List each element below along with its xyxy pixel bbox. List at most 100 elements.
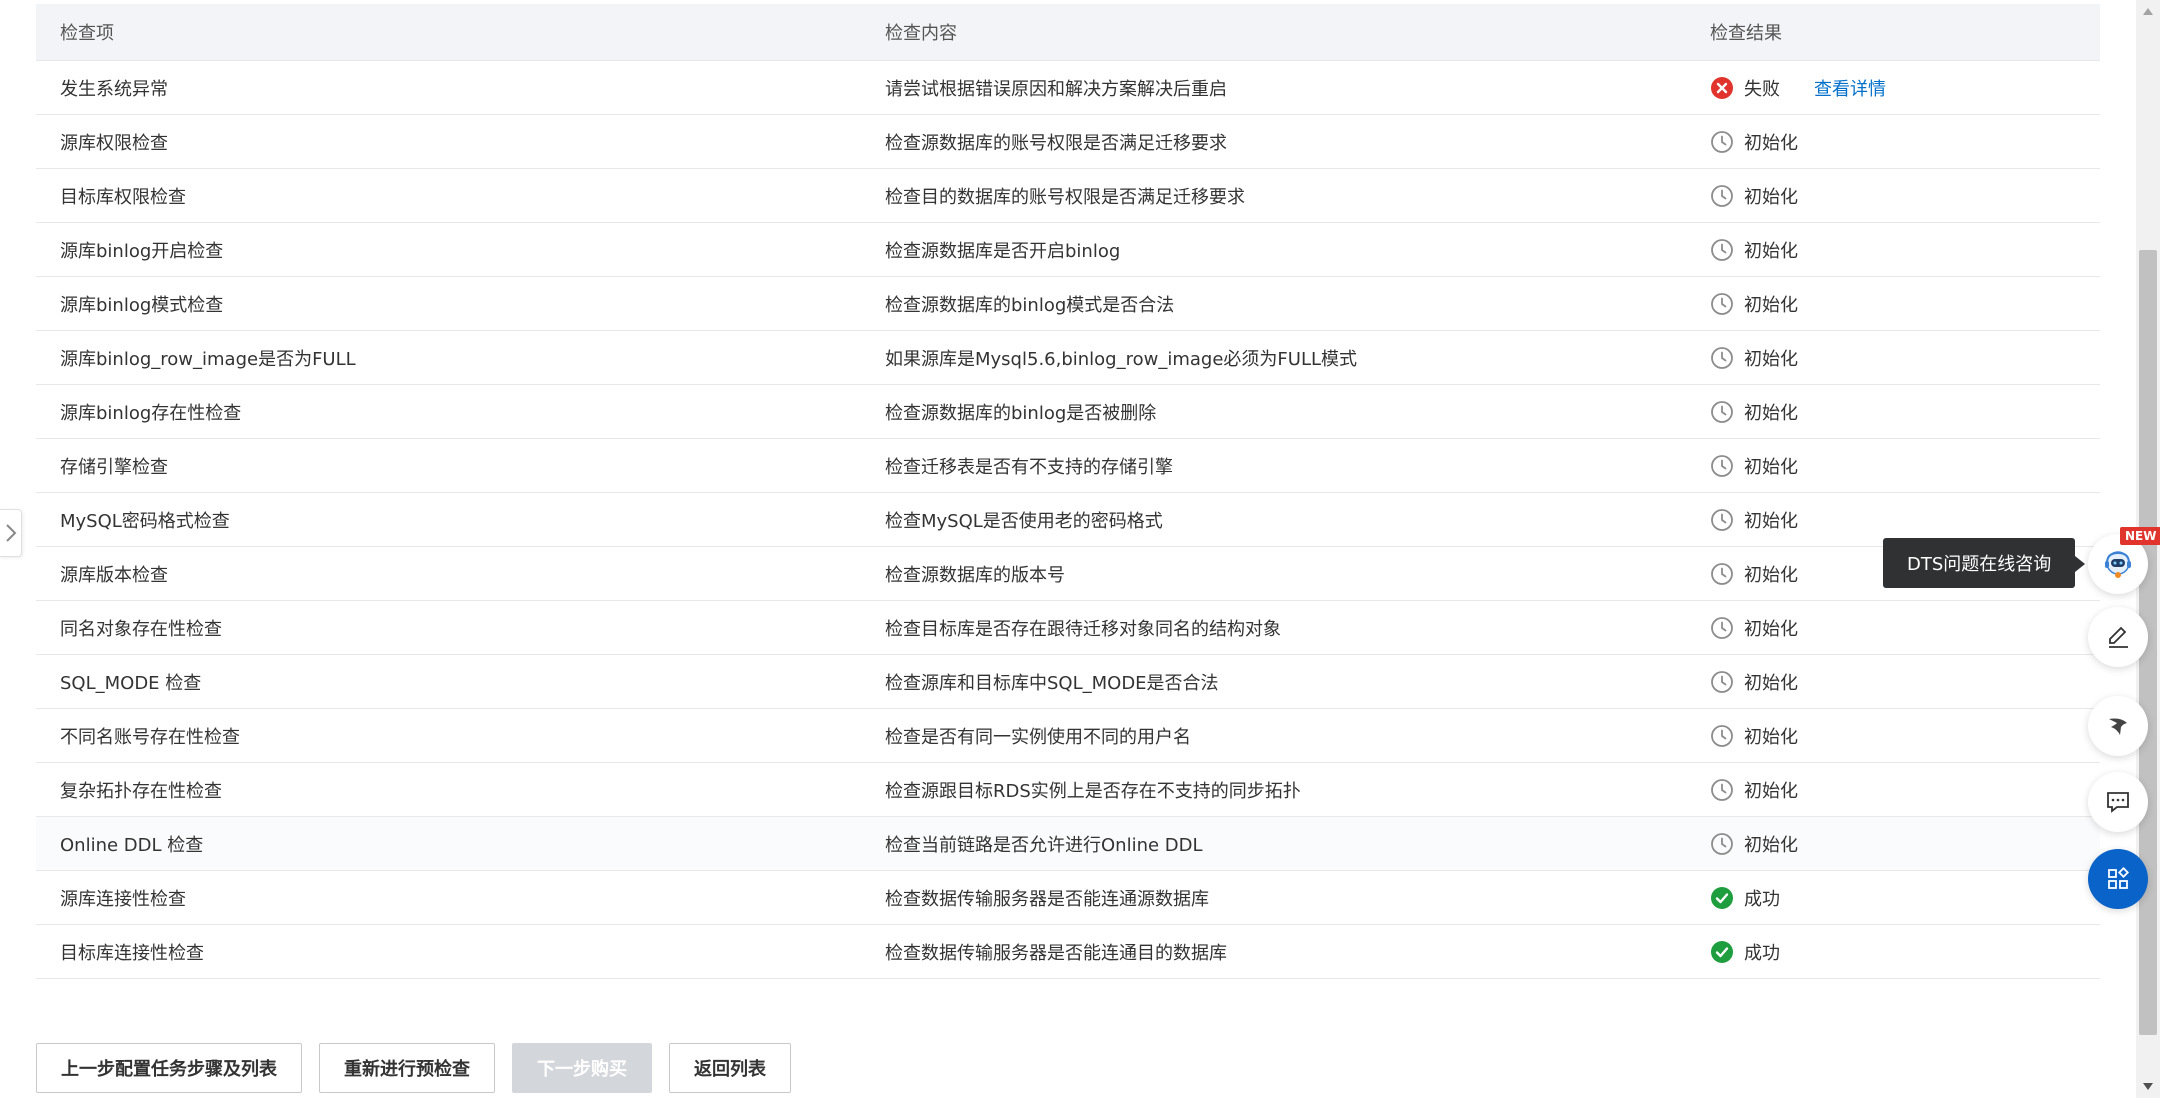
check-content: 检查MySQL是否使用老的密码格式 — [885, 510, 1163, 532]
header-content: 检查内容 — [885, 23, 957, 44]
check-item: 源库binlog存在性检查 — [60, 402, 242, 424]
status-text: 初始化 — [1744, 564, 1798, 586]
clock-icon — [1710, 778, 1734, 802]
check-result: 初始化 — [1686, 453, 2100, 479]
table-row: 源库binlog开启检查 检查源数据库是否开启binlog 初始化 — [36, 223, 2100, 277]
prev-step-button[interactable]: 上一步配置任务步骤及列表 — [36, 1043, 302, 1093]
table-row: MySQL密码格式检查 检查MySQL是否使用老的密码格式 初始化 — [36, 493, 2100, 547]
check-result: 初始化 — [1686, 777, 2100, 803]
check-content: 检查源数据库是否开启binlog — [885, 240, 1121, 262]
scroll-down-arrow-icon[interactable] — [2142, 1082, 2154, 1092]
new-badge: NEW — [2120, 527, 2160, 545]
chat-button[interactable] — [2088, 772, 2148, 832]
check-item: 源库binlog开启检查 — [60, 240, 224, 262]
table-row: 源库binlog模式检查 检查源数据库的binlog模式是否合法 初始化 — [36, 277, 2100, 331]
check-content: 检查源数据库的binlog模式是否合法 — [885, 294, 1175, 316]
table-row: 目标库权限检查 检查目的数据库的账号权限是否满足迁移要求 初始化 — [36, 169, 2100, 223]
table-row: 不同名账号存在性检查 检查是否有同一实例使用不同的用户名 初始化 — [36, 709, 2100, 763]
check-item: 源库连接性检查 — [60, 888, 186, 910]
back-to-list-button[interactable]: 返回列表 — [669, 1043, 791, 1093]
status-text: 初始化 — [1744, 348, 1798, 370]
action-bar: 上一步配置任务步骤及列表 重新进行预检查 下一步购买 返回列表 — [36, 1043, 791, 1093]
check-result: 失败 查看详情 — [1686, 75, 2100, 101]
check-content: 检查源数据库的binlog是否被删除 — [885, 402, 1157, 424]
status-text: 初始化 — [1744, 834, 1798, 856]
success-check-icon — [1710, 940, 1734, 964]
check-content: 检查源跟目标RDS实例上是否存在不支持的同步拓扑 — [885, 780, 1301, 802]
check-item: 目标库连接性检查 — [60, 942, 204, 964]
sidebar-expand-toggle[interactable] — [0, 509, 22, 557]
table-row: 源库binlog存在性检查 检查源数据库的binlog是否被删除 初始化 — [36, 385, 2100, 439]
check-item: 同名对象存在性检查 — [60, 618, 222, 640]
edit-icon — [2109, 626, 2128, 648]
check-result: 初始化 — [1686, 669, 2100, 695]
feedback-button[interactable] — [2088, 696, 2148, 756]
consult-tooltip: DTS问题在线咨询 — [1883, 538, 2086, 588]
status-text: 初始化 — [1744, 726, 1798, 748]
table-row: 复杂拓扑存在性检查 检查源跟目标RDS实例上是否存在不支持的同步拓扑 初始化 — [36, 763, 2100, 817]
header-item: 检查项 — [60, 23, 114, 44]
check-content: 检查源数据库的账号权限是否满足迁移要求 — [885, 132, 1227, 154]
table-row: 同名对象存在性检查 检查目标库是否存在跟待迁移对象同名的结构对象 初始化 — [36, 601, 2100, 655]
status-text: 成功 — [1744, 888, 1780, 910]
table-body: 发生系统异常 请尝试根据错误原因和解决方案解决后重启 失败 查看详情 源库权限检查 检查源… — [36, 61, 2100, 979]
check-result: 初始化 — [1686, 345, 2100, 371]
status-text: 初始化 — [1744, 456, 1798, 478]
check-item: 发生系统异常 — [60, 78, 168, 100]
chevron-right-icon — [5, 524, 16, 542]
clock-icon — [1710, 184, 1734, 208]
table-row: 源库连接性检查 检查数据传输服务器是否能连通源数据库 成功 — [36, 871, 2100, 925]
status-text: 成功 — [1744, 942, 1780, 964]
apps-button[interactable] — [2088, 849, 2148, 909]
chat-icon — [2107, 792, 2129, 813]
check-result: 初始化 — [1686, 129, 2100, 155]
check-item: 不同名账号存在性检查 — [60, 726, 240, 748]
clock-icon — [1710, 454, 1734, 478]
check-result: 成功 — [1686, 885, 2100, 911]
status-text: 初始化 — [1744, 186, 1798, 208]
precheck-table: 检查项 检查内容 检查结果 发生系统异常 请尝试根据错误原因和解决方案解决后重启 失… — [36, 4, 2100, 979]
check-item: 源库binlog_row_image是否为FULL — [60, 348, 356, 370]
check-item: 源库权限检查 — [60, 132, 168, 154]
check-item: SQL_MODE 检查 — [60, 672, 202, 694]
check-result: 初始化 — [1686, 507, 2100, 533]
table-row: Online DDL 检查 检查当前链路是否允许进行Online DDL 初始化 — [36, 817, 2100, 871]
clock-icon — [1710, 562, 1734, 586]
recheck-button[interactable]: 重新进行预检查 — [319, 1043, 495, 1093]
edit-button[interactable] — [2088, 607, 2148, 667]
table-row: 源库版本检查 检查源数据库的版本号 初始化 — [36, 547, 2100, 601]
clock-icon — [1710, 238, 1734, 262]
next-step-button[interactable]: 下一步购买 — [512, 1043, 652, 1093]
scroll-up-arrow-icon[interactable] — [2142, 6, 2154, 16]
check-result: 成功 — [1686, 939, 2100, 965]
check-content: 检查源库和目标库中SQL_MODE是否合法 — [885, 672, 1219, 694]
check-result: 初始化 — [1686, 183, 2100, 209]
status-text: 初始化 — [1744, 510, 1798, 532]
check-item: 存储引擎检查 — [60, 456, 168, 478]
check-item: MySQL密码格式检查 — [60, 510, 230, 532]
check-item: 源库版本检查 — [60, 564, 168, 586]
status-text: 初始化 — [1744, 240, 1798, 262]
table-row: 源库binlog_row_image是否为FULL 如果源库是Mysql5.6,b… — [36, 331, 2100, 385]
check-content: 检查源数据库的版本号 — [885, 564, 1065, 586]
status-text: 初始化 — [1744, 618, 1798, 640]
table-row: 源库权限检查 检查源数据库的账号权限是否满足迁移要求 初始化 — [36, 115, 2100, 169]
header-result: 检查结果 — [1710, 23, 1782, 44]
check-content: 检查迁移表是否有不支持的存储引擎 — [885, 456, 1173, 478]
table-row: 存储引擎检查 检查迁移表是否有不支持的存储引擎 初始化 — [36, 439, 2100, 493]
success-check-icon — [1710, 886, 1734, 910]
view-details-link[interactable]: 查看详情 — [1814, 75, 1886, 101]
status-text: 初始化 — [1744, 132, 1798, 154]
clock-icon — [1710, 292, 1734, 316]
table-row: 发生系统异常 请尝试根据错误原因和解决方案解决后重启 失败 查看详情 — [36, 61, 2100, 115]
check-result: 初始化 — [1686, 723, 2100, 749]
check-result: 初始化 — [1686, 399, 2100, 425]
check-item: 复杂拓扑存在性检查 — [60, 780, 222, 802]
check-item: Online DDL 检查 — [60, 834, 204, 856]
check-content: 检查数据传输服务器是否能连通源数据库 — [885, 888, 1209, 910]
fail-icon — [1710, 76, 1734, 100]
clock-icon — [1710, 670, 1734, 694]
clock-icon — [1710, 832, 1734, 856]
apps-icon — [2108, 866, 2130, 889]
check-content: 请尝试根据错误原因和解决方案解决后重启 — [885, 78, 1227, 100]
